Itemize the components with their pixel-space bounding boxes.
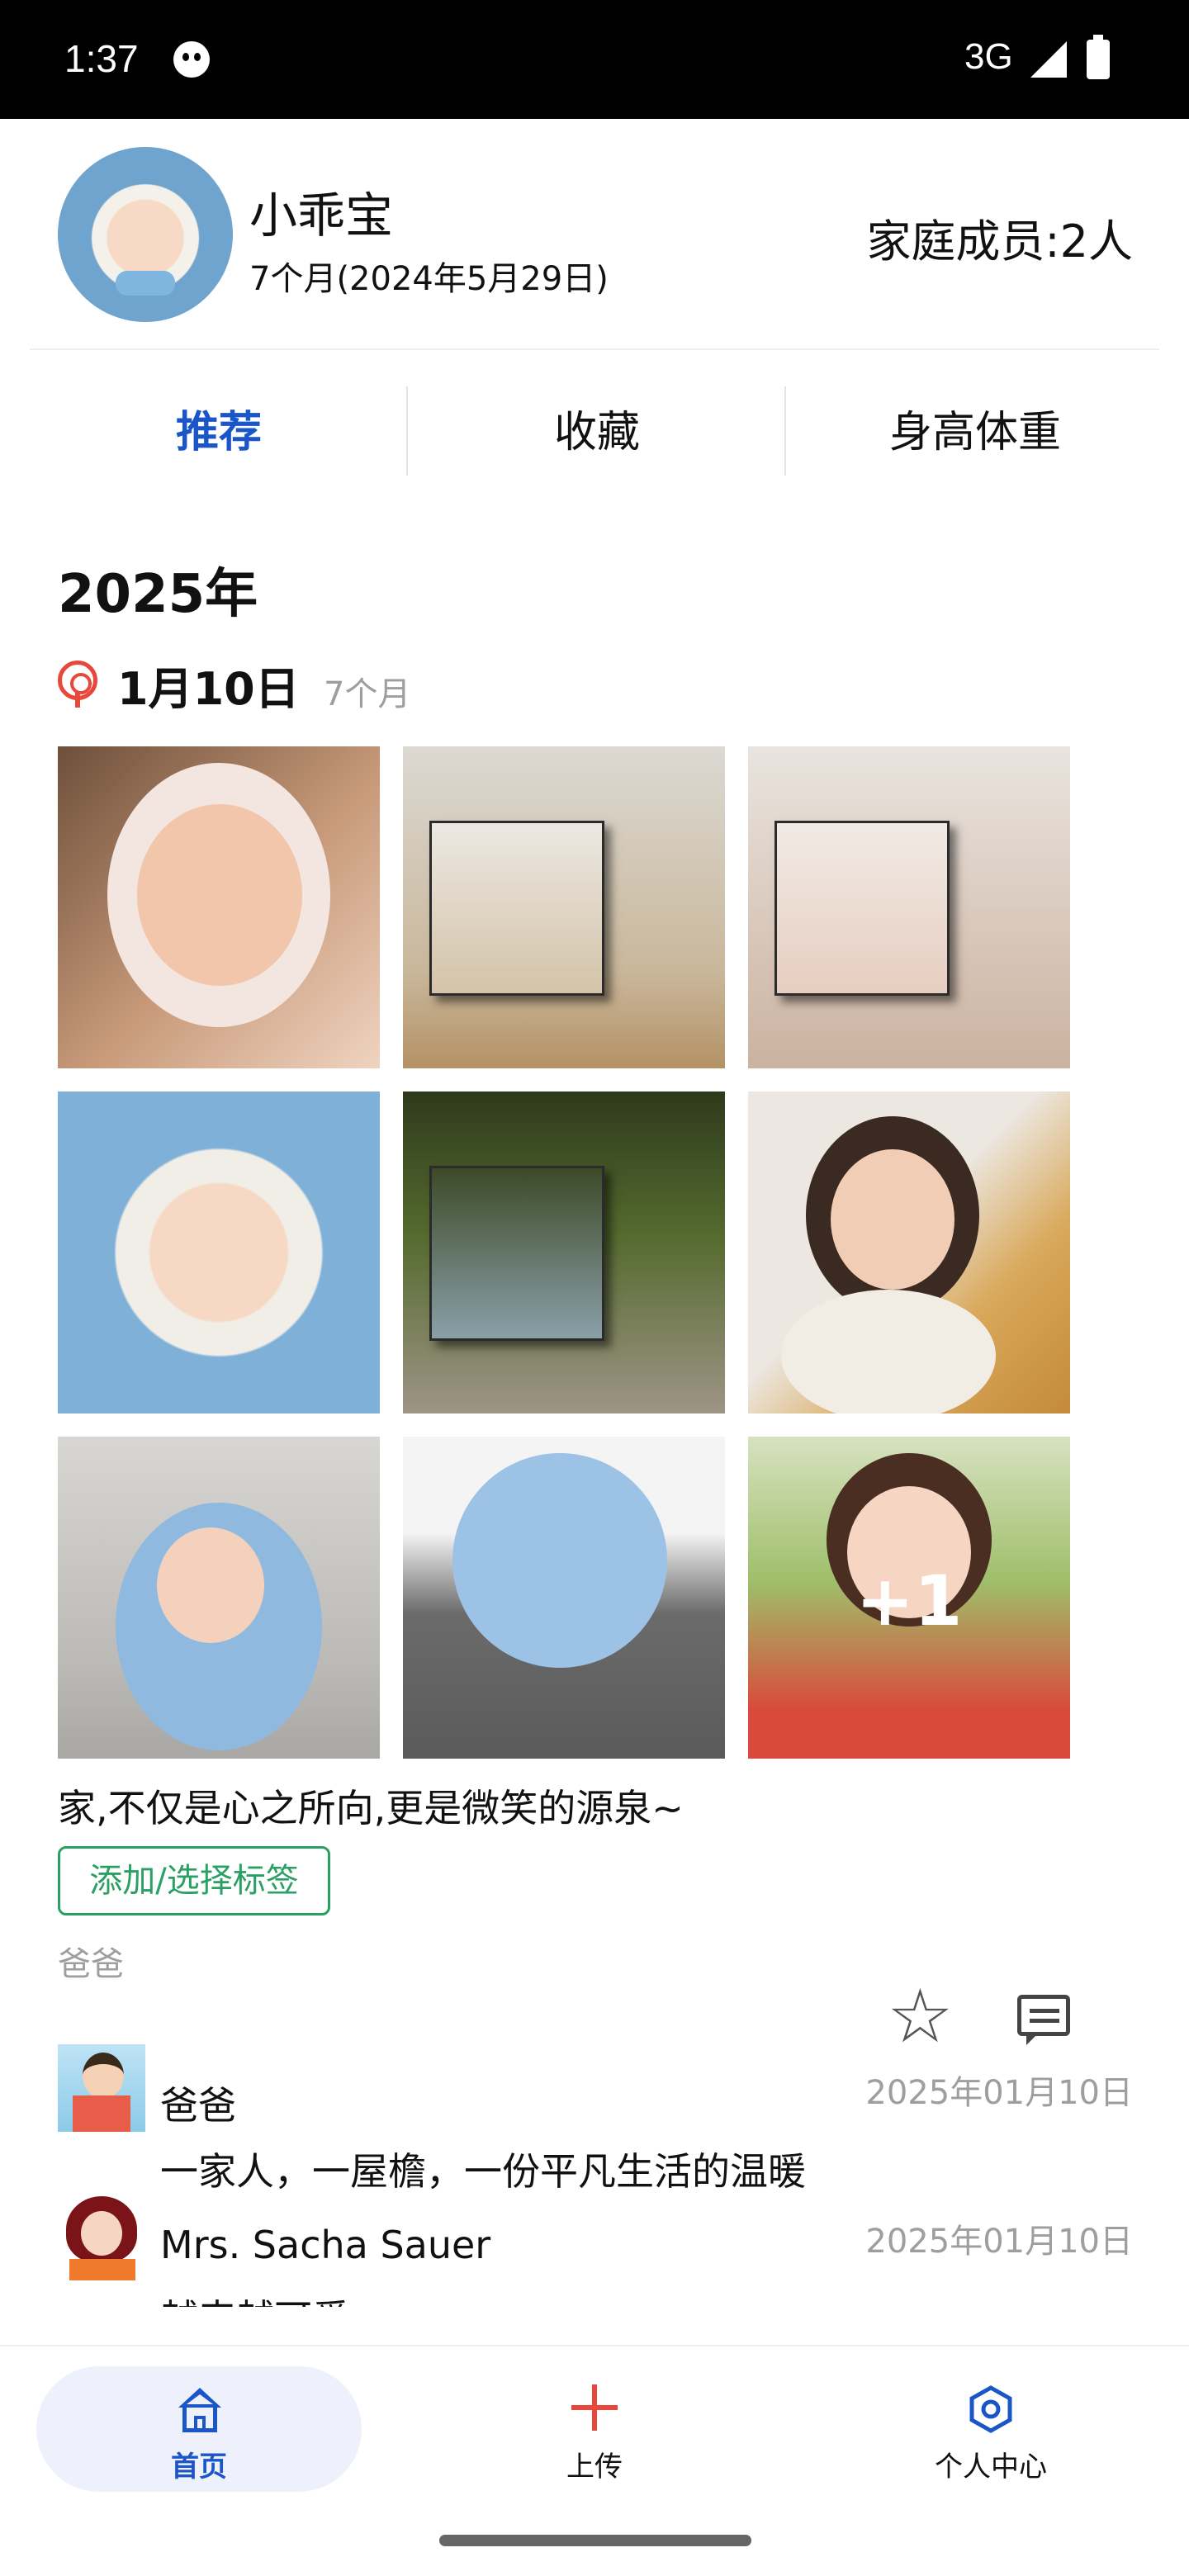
comment-avatar[interactable] <box>58 2044 145 2132</box>
photo-thumbnail[interactable] <box>748 1091 1070 1413</box>
photo-thumbnail[interactable] <box>748 746 1070 1068</box>
nav-divider <box>0 2345 1189 2346</box>
signal-icon <box>1030 41 1067 78</box>
plus-icon <box>571 2384 618 2431</box>
nav-profile-center[interactable]: 个人中心 <box>867 2376 1115 2484</box>
family-members-link[interactable]: 家庭成员:2人 <box>866 205 1133 270</box>
home-icon <box>178 2388 222 2434</box>
year-heading: 2025年 <box>58 564 258 625</box>
nav-home-label: 首页 <box>171 2451 227 2484</box>
gesture-home-indicator[interactable] <box>439 2535 751 2546</box>
notification-face-icon <box>173 41 210 78</box>
settings-hexagon-icon <box>969 2385 1012 2433</box>
comment-author: Mrs. Sacha Sauer <box>160 2223 491 2267</box>
comment-text: 越来越可爱 <box>160 2289 350 2307</box>
comment-date: 2025年01月10日 <box>865 2223 1133 2261</box>
nav-profile-label: 个人中心 <box>935 2451 1047 2484</box>
divider <box>30 348 1159 350</box>
tab-recommended[interactable]: 推荐 <box>30 388 408 477</box>
comment-date: 2025年01月10日 <box>865 2074 1133 2112</box>
post-age: 7个月 <box>324 675 411 713</box>
photo-thumbnail[interactable]: +1 <box>748 1437 1070 1759</box>
battery-icon <box>1087 35 1110 79</box>
tab-height-weight[interactable]: 身高体重 <box>786 388 1164 477</box>
comment-text: 一家人，一屋檐，一份平凡生活的温暖 <box>160 2149 806 2194</box>
broadcast-pin-icon <box>58 661 97 708</box>
photo-thumbnail[interactable] <box>403 1091 725 1413</box>
comment-icon[interactable] <box>1017 1995 1070 2045</box>
photo-thumbnail[interactable] <box>58 1437 380 1759</box>
status-bar: 1:37 3G <box>0 0 1189 119</box>
post-author: 爸爸 <box>58 1945 124 1983</box>
nav-upload[interactable]: 上传 <box>471 2376 718 2484</box>
photo-thumbnail[interactable] <box>58 746 380 1068</box>
baby-age: 7个月(2024年5月29日) <box>249 260 609 298</box>
status-time: 1:37 <box>64 37 139 80</box>
nav-home[interactable]: 首页 <box>75 2376 323 2484</box>
baby-avatar[interactable] <box>58 147 233 322</box>
comment-author: 爸爸 <box>160 2083 236 2128</box>
photo-thumbnail[interactable] <box>58 1091 380 1413</box>
network-type: 3G <box>964 36 1013 77</box>
comment-list[interactable]: 爸爸 2025年01月10日 一家人，一屋檐，一份平凡生活的温暖 Mrs. Sa… <box>0 2031 1189 2307</box>
post-caption: 家,不仅是心之所向,更是微笑的源泉~ <box>58 1786 684 1830</box>
post-date: 1月10日 <box>117 663 300 715</box>
more-photos-count: +1 <box>855 1560 963 1641</box>
add-tag-button[interactable]: 添加/选择标签 <box>58 1846 330 1915</box>
photo-thumbnail[interactable] <box>403 1437 725 1759</box>
comment-avatar[interactable] <box>58 2193 145 2280</box>
tab-favorites[interactable]: 收藏 <box>408 388 786 477</box>
photo-thumbnail[interactable] <box>403 746 725 1068</box>
baby-name: 小乖宝 <box>249 187 394 244</box>
nav-upload-label: 上传 <box>566 2451 623 2484</box>
